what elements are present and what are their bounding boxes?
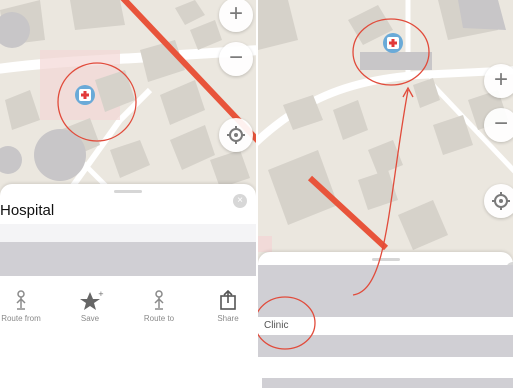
share-icon bbox=[220, 290, 236, 310]
right-screen: + − × Clinic bbox=[258, 0, 513, 388]
locate-icon bbox=[227, 126, 245, 144]
locate-button[interactable] bbox=[219, 118, 253, 152]
route-from-action[interactable]: Route from bbox=[0, 290, 51, 323]
route-from-label: Route from bbox=[1, 314, 41, 323]
annotation-overlay bbox=[258, 86, 414, 350]
route-to-icon bbox=[154, 290, 164, 310]
share-label: Share bbox=[217, 314, 239, 323]
sheet-grabber[interactable] bbox=[114, 190, 142, 193]
sheet-info-block bbox=[0, 242, 256, 276]
annotation-arrow bbox=[352, 89, 409, 296]
left-screen: + − Hospital × Route from + Save Route t… bbox=[0, 0, 256, 388]
place-title: Hospital bbox=[0, 202, 55, 219]
save-label: Save bbox=[80, 314, 100, 323]
star-icon: + bbox=[80, 290, 104, 310]
route-from-icon bbox=[16, 290, 26, 310]
share-action[interactable]: Share bbox=[198, 290, 256, 323]
route-to-label: Route to bbox=[143, 314, 175, 323]
save-action[interactable]: + Save bbox=[60, 290, 120, 323]
svg-text:+: + bbox=[98, 290, 104, 298]
close-sheet-button[interactable]: × bbox=[233, 194, 247, 208]
place-sheet-left: Hospital × bbox=[0, 184, 256, 388]
zoom-out-button[interactable]: − bbox=[219, 42, 253, 76]
sheet-row bbox=[0, 224, 256, 242]
clinic-annotation-circle bbox=[258, 296, 316, 350]
route-to-action[interactable]: Route to bbox=[129, 290, 189, 323]
